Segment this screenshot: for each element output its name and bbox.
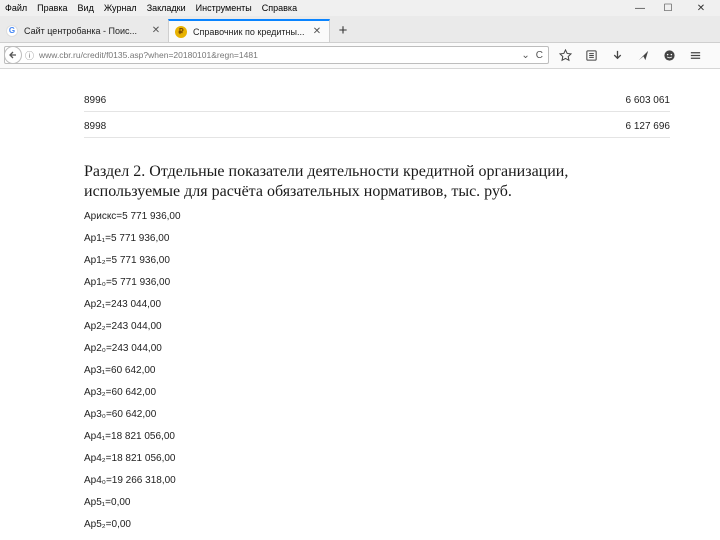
table-row: 8998 6 127 696 [84, 115, 670, 138]
cbr-icon: ₽ [175, 25, 187, 38]
table-row: 8996 6 603 061 [84, 89, 670, 112]
maximize-button[interactable]: ☐ [654, 0, 682, 16]
row-code: 8998 [84, 120, 107, 132]
google-icon: G [6, 24, 18, 37]
download-icon[interactable] [604, 46, 630, 64]
minimize-button[interactable]: — [626, 0, 654, 16]
indicator-line: Арискс=5 771 936,00 [84, 211, 181, 222]
section-heading-line: Раздел 2. Отдельные показатели деятельно… [84, 163, 569, 180]
toolbar-icons [552, 46, 708, 64]
indicator-line: Ар2₀=243 044,00 [84, 343, 162, 354]
smile-icon[interactable] [656, 46, 682, 64]
indicator-line: Ар1₂=5 771 936,00 [84, 255, 170, 266]
tab-title: Сайт центробанка - Поис... [24, 25, 137, 36]
menu-view[interactable]: Вид [73, 0, 99, 16]
star-icon[interactable] [552, 46, 578, 64]
menu-icon[interactable] [682, 46, 708, 64]
indicator-line: Ар3₀=60 642,00 [84, 409, 157, 420]
address-bar[interactable]: ⓘ www.cbr.ru/credit/f0135.asp?when=20180… [4, 46, 549, 64]
reload-icon[interactable]: C [536, 50, 543, 61]
tab-google-search[interactable]: G Сайт центробанка - Поис... ✕ [0, 19, 168, 42]
url-text[interactable]: www.cbr.ru/credit/f0135.asp?when=2018010… [39, 50, 521, 60]
dropdown-icon[interactable]: ⌄ [521, 50, 529, 61]
indicator-line: Ар4₀=19 266 318,00 [84, 475, 176, 486]
menu-file[interactable]: Файл [0, 0, 32, 16]
menu-history[interactable]: Журнал [99, 0, 142, 16]
page-content: 8996 6 603 061 8998 6 127 696 Раздел 2. … [0, 69, 720, 540]
close-tab-icon[interactable]: ✕ [311, 26, 323, 37]
navigation-bar: ⓘ www.cbr.ru/credit/f0135.asp?when=20180… [0, 43, 720, 69]
indicator-line: Ар4₁=18 821 056,00 [84, 431, 175, 442]
window-controls: — ☐ ✕ [626, 0, 720, 16]
section-heading: Раздел 2. Отдельные показатели деятельно… [84, 162, 644, 202]
row-code: 8996 [84, 94, 107, 106]
menu-tools[interactable]: Инструменты [191, 0, 257, 16]
url-actions: ⌄ C [521, 50, 543, 61]
row-value: 6 127 696 [625, 120, 671, 132]
send-icon[interactable] [630, 46, 656, 64]
new-tab-button[interactable]: + [333, 21, 353, 39]
indicator-line: Ар5₂=0,00 [84, 519, 131, 530]
reading-list-icon[interactable] [578, 46, 604, 64]
row-value: 6 603 061 [625, 94, 671, 106]
back-button[interactable] [4, 46, 22, 64]
indicator-line: Ар2₂=243 044,00 [84, 321, 162, 332]
tab-title: Справочник по кредитны... [193, 26, 305, 37]
indicator-line: Ар5₁=0,00 [84, 497, 131, 508]
close-window-button[interactable]: ✕ [682, 0, 720, 16]
indicator-line: Ар4₂=18 821 056,00 [84, 453, 176, 464]
section-heading-line: используемые для расчёта обязательных но… [84, 183, 512, 200]
menu-bookmarks[interactable]: Закладки [142, 0, 191, 16]
site-info-icon[interactable]: ⓘ [25, 49, 37, 62]
close-tab-icon[interactable]: ✕ [150, 25, 162, 36]
indicator-line: Ар3₂=60 642,00 [84, 387, 157, 398]
tab-credit-directory[interactable]: ₽ Справочник по кредитны... ✕ [168, 19, 330, 42]
menu-help[interactable]: Справка [257, 0, 302, 16]
menu-bar: Файл Правка Вид Журнал Закладки Инструме… [0, 0, 720, 16]
indicator-line: Ар3₁=60 642,00 [84, 365, 156, 376]
tab-strip: G Сайт центробанка - Поис... ✕ ₽ Справоч… [0, 16, 720, 43]
indicator-line: Ар1₁=5 771 936,00 [84, 233, 170, 244]
indicator-line: Ар1₀=5 771 936,00 [84, 277, 171, 288]
indicator-line: Ар2₁=243 044,00 [84, 299, 162, 310]
back-arrow-icon [9, 51, 16, 59]
menu-edit[interactable]: Правка [32, 0, 72, 16]
